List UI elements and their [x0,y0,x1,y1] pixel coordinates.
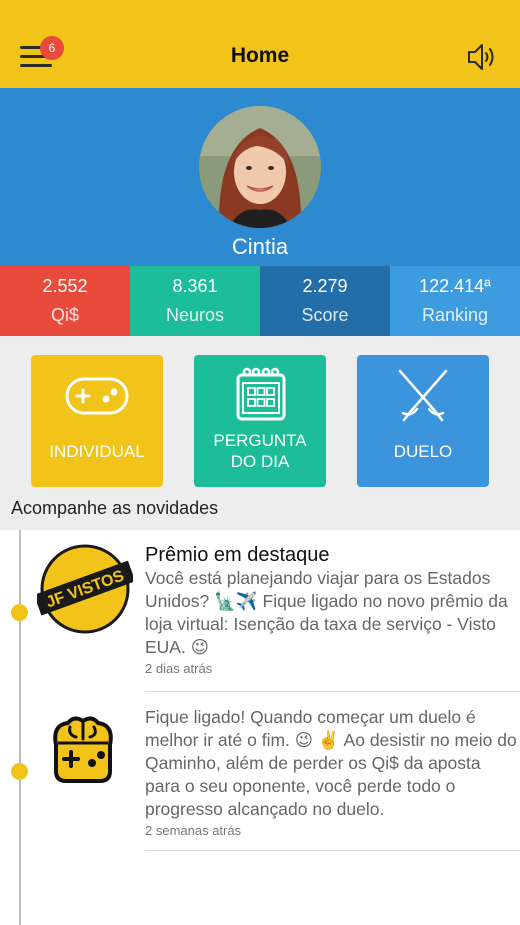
mode-label-line2: DO DIA [230,452,290,471]
sound-button[interactable] [466,42,500,72]
top-bar: 6 Home [0,0,520,88]
mode-label: DUELO [393,442,453,461]
individual-mode-button[interactable]: INDIVIDUAL [31,355,163,487]
pergunta-do-dia-button[interactable]: PERGUNTA DO DIA [194,355,326,487]
stat-value: 2.552 [42,276,88,296]
stat-value: 2.279 [302,276,348,296]
duelo-mode-button[interactable]: DUELO [357,355,489,487]
news-feed: JF VISTOS Prêmio em destaque Você está p… [0,530,520,925]
stat-value: 8.361 [172,276,218,296]
stats-bar: 2.552 Qi$ 8.361 Neuros 2.279 Score 122.4… [0,266,520,336]
stat-qis[interactable]: 2.552 Qi$ [0,266,130,336]
stat-value: 122.414ª [419,276,491,296]
feed-post[interactable]: Fique ligado! Quando começar um duelo é … [145,706,520,840]
stat-ranking[interactable]: 122.414ª Ranking [390,266,520,336]
stat-label: Score [301,305,349,325]
avatar[interactable] [199,106,321,228]
page-title: Home [230,44,290,67]
jf-vistos-logo: JF VISTOS [37,544,133,634]
stat-neuros[interactable]: 8.361 Neuros [130,266,260,336]
post-time: 2 dias atrás [145,661,213,676]
feed-post[interactable]: Prêmio em destaque Você está planejando … [145,543,520,678]
divider [145,850,520,851]
post-time: 2 semanas atrás [145,823,242,838]
crossed-swords-icon [398,369,448,422]
stat-label: Qi$ [50,305,79,325]
post-body: Você está planejando viajar para os Esta… [145,568,508,657]
timeline-line [19,530,21,925]
gamepad-icon [65,377,129,415]
username: Cintia [231,234,289,259]
calendar-icon [236,367,286,421]
timeline-dot [11,763,28,780]
divider [145,691,520,692]
speaker-icon [468,44,494,70]
mode-label-line1: PERGUNTA [213,431,307,450]
avatar-image [199,106,321,228]
mode-label: INDIVIDUAL [49,442,145,461]
post-title: Prêmio em destaque [145,544,330,566]
stat-label: Neuros [165,305,225,325]
brain-gamepad-icon [53,716,113,783]
post-body: Fique ligado! Quando começar um duelo é … [145,707,517,819]
profile-header: Cintia [0,88,520,266]
timeline-dot [11,604,28,621]
section-title: Acompanhe as novidades [11,498,219,518]
stat-label: Ranking [421,305,489,325]
stat-score[interactable]: 2.279 Score [260,266,390,336]
